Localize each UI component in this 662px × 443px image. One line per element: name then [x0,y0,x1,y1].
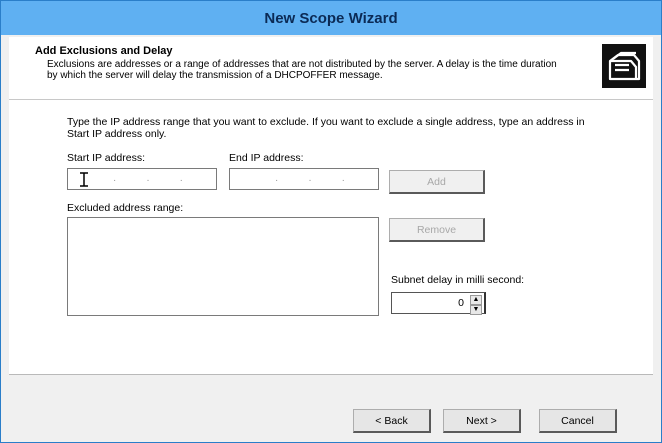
excluded-range-label: Excluded address range: [67,202,184,214]
spinner-arrows[interactable]: ▲ ▼ [470,295,482,315]
ip-dot: . [146,173,150,184]
remove-button[interactable]: Remove [389,218,485,242]
subnet-delay-label: Subnet delay in milli second: [391,274,525,286]
wizard-footer: < Back Next > Cancel [9,374,653,439]
cancel-button[interactable]: Cancel [539,409,617,433]
ip-dot: . [341,173,345,184]
subnet-delay-spinner[interactable]: 0 ▲ ▼ [391,292,486,315]
spin-up-icon[interactable]: ▲ [470,295,482,305]
title-bar[interactable]: New Scope Wizard [1,1,661,35]
instructions-text: Type the IP address range that you want … [67,116,585,140]
wizard-folders-icon [602,44,646,88]
ip-dot: . [179,173,183,184]
start-ip-input[interactable]: . . . [67,168,217,190]
ip-dot: . [113,173,117,184]
add-button[interactable]: Add [389,170,485,194]
wizard-window: New Scope Wizard Add Exclusions and Dela… [0,0,662,443]
back-button[interactable]: < Back [353,409,431,433]
end-ip-label: End IP address: [229,152,304,164]
page-title: Add Exclusions and Delay [35,45,173,57]
next-button[interactable]: Next > [443,409,521,433]
ip-dot: . [275,173,279,184]
end-ip-input[interactable]: . . . [229,168,379,190]
page-description: Exclusions are addresses or a range of a… [47,59,557,81]
text-cursor-icon [80,172,88,187]
start-ip-label: Start IP address: [67,152,146,164]
wizard-header: Add Exclusions and Delay Exclusions are … [9,37,653,100]
spin-down-icon[interactable]: ▼ [470,305,482,315]
wizard-content: Type the IP address range that you want … [9,100,653,374]
window-title: New Scope Wizard [264,9,398,27]
ip-dot: . [308,173,312,184]
excluded-range-list[interactable] [67,217,379,316]
subnet-delay-value: 0 [458,297,464,309]
